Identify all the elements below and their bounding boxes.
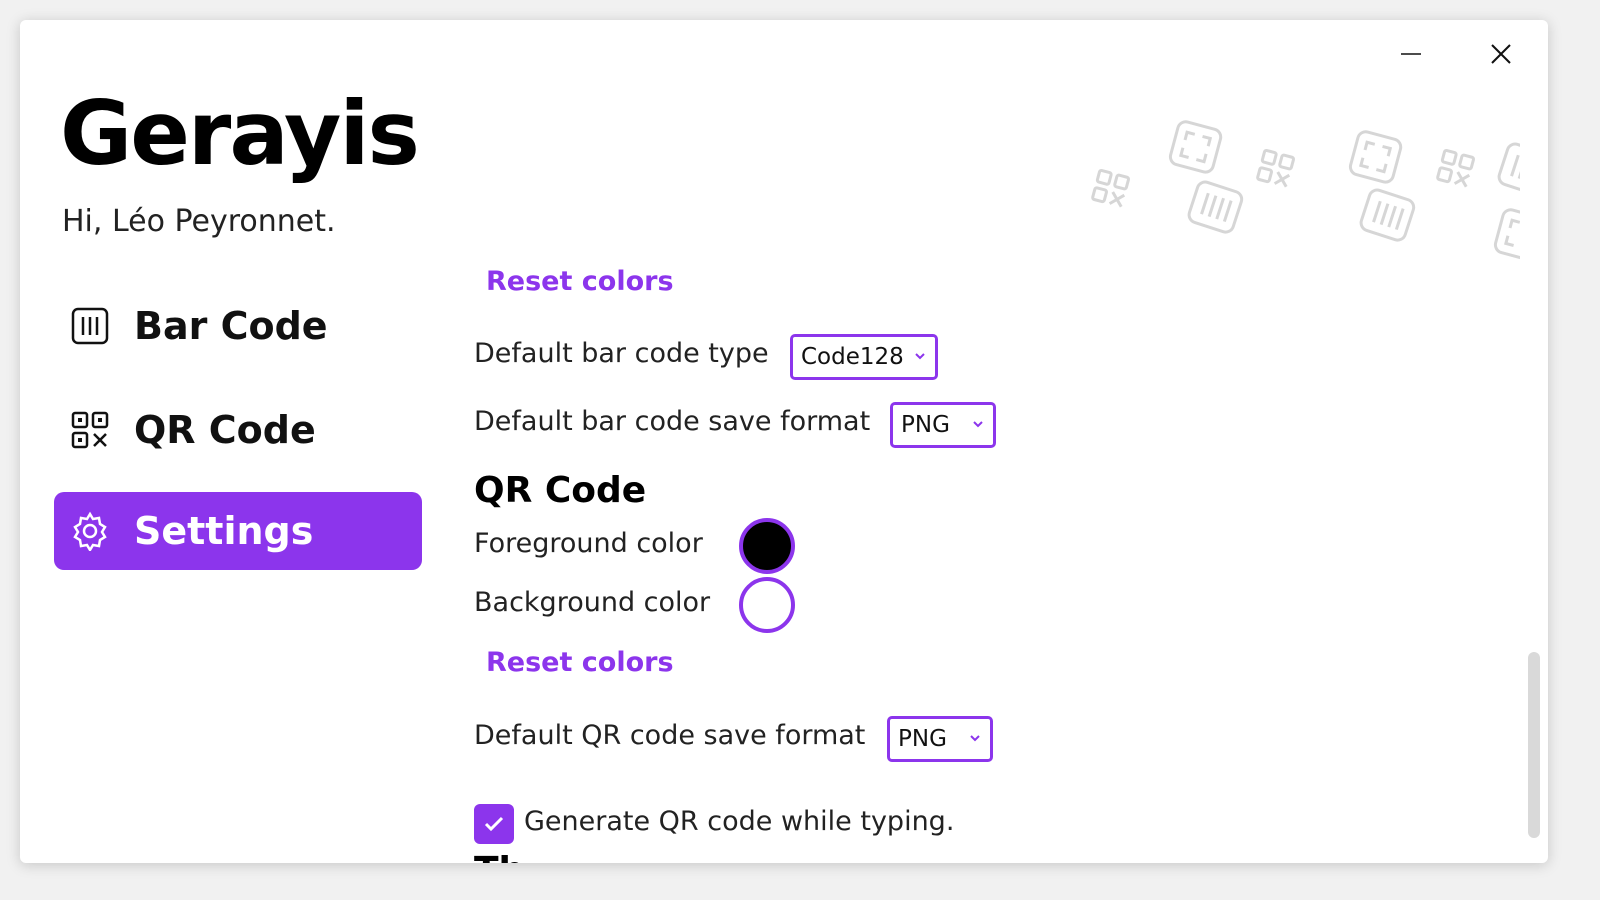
qrcode-icon bbox=[1436, 148, 1476, 188]
sidebar-item-bar-code[interactable]: Bar Code bbox=[54, 287, 422, 365]
next-section-title: Th bbox=[474, 850, 524, 863]
close-button[interactable] bbox=[1478, 34, 1524, 74]
qrcode-icon bbox=[70, 410, 110, 450]
barcode-icon bbox=[1497, 142, 1520, 196]
qrcode-icon bbox=[1091, 168, 1131, 208]
default-qrcode-save-format-select[interactable]: PNG bbox=[887, 716, 993, 762]
chevron-down-icon bbox=[915, 353, 925, 360]
chevron-down-icon bbox=[973, 421, 983, 428]
generate-while-typing-checkbox[interactable] bbox=[474, 804, 514, 844]
background-color-swatch[interactable] bbox=[739, 577, 795, 633]
chevron-down-icon bbox=[970, 735, 980, 742]
minimize-icon bbox=[1401, 53, 1421, 55]
vertical-scrollbar[interactable] bbox=[1528, 652, 1540, 838]
close-icon bbox=[1491, 44, 1511, 64]
scan-icon bbox=[1493, 208, 1520, 262]
select-value: PNG bbox=[898, 726, 947, 752]
sidebar-item-qr-code[interactable]: QR Code bbox=[54, 391, 422, 469]
default-barcode-save-format-label: Default bar code save format bbox=[474, 406, 871, 437]
sidebar-item-label: QR Code bbox=[134, 408, 316, 452]
foreground-color-swatch[interactable] bbox=[739, 518, 795, 574]
qrcode-reset-colors-link[interactable]: Reset colors bbox=[486, 647, 674, 678]
default-qrcode-save-format-label: Default QR code save format bbox=[474, 720, 866, 751]
minimize-button[interactable] bbox=[1388, 34, 1434, 74]
background-color-label: Background color bbox=[474, 587, 711, 618]
qrcode-icon bbox=[1256, 148, 1296, 188]
default-barcode-type-select[interactable]: Code128 bbox=[790, 334, 938, 380]
barcode-icon bbox=[1187, 180, 1244, 234]
settings-panel: Reset colors Default bar code type Code1… bbox=[474, 260, 1474, 863]
user-greeting: Hi, Léo Peyronnet. bbox=[62, 204, 336, 239]
barcode-reset-colors-link[interactable]: Reset colors bbox=[486, 266, 674, 297]
sidebar-item-settings[interactable]: Settings bbox=[54, 492, 422, 570]
select-value: Code128 bbox=[801, 344, 904, 370]
sidebar-item-label: Bar Code bbox=[134, 304, 328, 348]
scan-icon bbox=[1348, 130, 1403, 184]
generate-while-typing-label: Generate QR code while typing. bbox=[524, 806, 955, 837]
qrcode-section-title: QR Code bbox=[474, 470, 647, 511]
app-title: Gerayis bbox=[60, 82, 420, 185]
sidebar-item-label: Settings bbox=[134, 509, 314, 553]
default-barcode-save-format-select[interactable]: PNG bbox=[890, 402, 996, 448]
gear-icon bbox=[70, 511, 110, 551]
decorative-background-icons bbox=[1091, 120, 1520, 262]
barcode-icon bbox=[70, 306, 110, 346]
barcode-icon bbox=[1359, 188, 1416, 242]
select-value: PNG bbox=[901, 412, 950, 438]
checkmark-icon bbox=[484, 816, 504, 832]
foreground-color-label: Foreground color bbox=[474, 528, 703, 559]
default-barcode-type-label: Default bar code type bbox=[474, 338, 769, 369]
app-window: Gerayis Hi, Léo Peyronnet. Bar Code QR C… bbox=[20, 20, 1548, 863]
scan-icon bbox=[1168, 120, 1223, 174]
